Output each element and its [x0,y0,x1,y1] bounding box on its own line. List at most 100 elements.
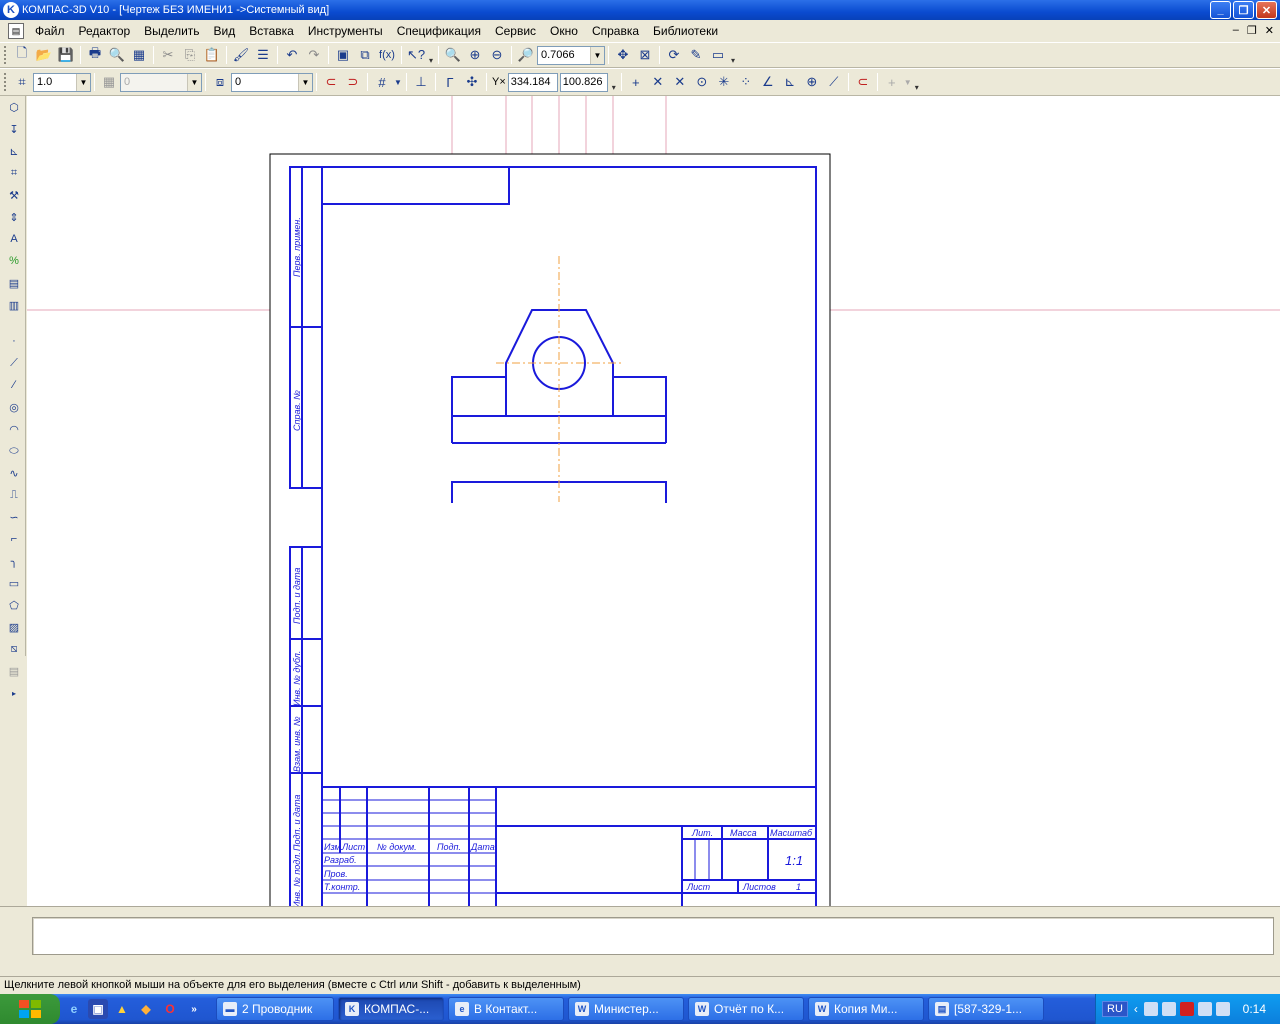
reports-panel-icon[interactable]: ▤ [3,272,25,294]
polyline-icon[interactable]: ⎍ [3,484,25,506]
task-word-3[interactable]: W Копия Ми... [808,997,924,1021]
point-icon[interactable]: · [3,330,25,352]
cut-icon[interactable]: ✂ [157,44,179,66]
menu-libraries[interactable]: Библиотеки [646,24,725,38]
select-panel-icon[interactable]: A [3,228,25,250]
snap-magnet-icon[interactable]: ⊂ [320,71,342,93]
menu-specification[interactable]: Спецификация [390,24,488,38]
layer-combo[interactable]: 0 ▼ [231,72,313,92]
minimize-button[interactable]: _ [1210,1,1231,19]
snap-middle-icon[interactable]: ✕ [647,71,669,93]
snap-magnet-icon-2[interactable]: ⊂ [852,71,874,93]
kompas-app-icon[interactable]: K [3,2,19,18]
zoom-scale-icon[interactable]: 🔎 [515,44,537,66]
parametrization-panel-icon[interactable]: ⚒ [3,184,25,206]
bezier-icon[interactable]: ∽ [3,506,25,528]
chamfer-icon[interactable]: ⌐ [3,528,25,550]
zoom-all-icon[interactable]: ⊠ [634,44,656,66]
snap-nearest-icon[interactable]: + [625,71,647,93]
line-scale-combo[interactable]: 1.0 ▼ [33,72,91,92]
variables-icon[interactable]: f(x) [376,44,398,66]
task-word-1[interactable]: W Министер... [568,997,684,1021]
menu-edit[interactable]: Редактор [72,24,138,38]
chevron-down-icon[interactable]: ▼ [76,73,90,91]
zoom-out-icon[interactable]: ⊖ [486,44,508,66]
symbols-panel-icon[interactable]: ⊾ [3,140,25,162]
geometry-panel-icon[interactable]: ⬡ [3,96,25,118]
menu-select[interactable]: Выделить [137,24,206,38]
menu-window[interactable]: Окно [543,24,585,38]
grid-icon[interactable]: # [371,71,393,93]
language-indicator[interactable]: RU [1102,1001,1128,1017]
aux-line-icon[interactable]: ⟋ [3,352,25,374]
display-icon[interactable]: ▭ [707,44,729,66]
menu-help[interactable]: Справка [585,24,646,38]
toolbar-more-icon-2[interactable]: ▾ [729,45,737,65]
antivirus-tray-icon[interactable] [1179,1002,1194,1016]
editing-panel-icon[interactable]: ⌗ [3,162,25,184]
redo-icon[interactable]: ↷ [303,44,325,66]
ie-quicklaunch-icon[interactable]: e [64,999,84,1019]
undo-icon[interactable]: ↶ [281,44,303,66]
open-folder-icon[interactable]: 📂 [33,44,55,66]
local-cs-icon[interactable]: ⊥ [410,71,432,93]
zoom-in-icon[interactable]: ⊕ [464,44,486,66]
ellipse-icon[interactable]: ⬭ [3,440,25,462]
task-explorer[interactable]: ▬ 2 Проводник [216,997,334,1021]
app2-quicklaunch-icon[interactable]: ◆ [136,999,156,1019]
expand-panel-icon[interactable]: ▸ [3,682,25,704]
list-icon[interactable]: ☰ [252,44,274,66]
tray-expand-icon[interactable]: ‹ [1134,1002,1138,1016]
zoom-combo[interactable]: 0.7066 ▼ [537,45,605,65]
menu-file[interactable]: Файл [28,24,72,38]
maximize-button[interactable]: ❐ [1233,1,1254,19]
snap-normal-icon[interactable]: ⊾ [779,71,801,93]
task-vkontakte[interactable]: e В Контакт... [448,997,564,1021]
coord-x-field[interactable]: 334.184 [507,72,558,92]
drawing-canvas[interactable]: Перв. примен. Справ. № Подп. и дата Инв.… [27,96,1280,906]
toolbar-more-icon-4[interactable]: ▾ [913,72,921,92]
chevron-down-icon[interactable]: ▼ [298,73,312,91]
view-state-icon[interactable]: ▦ [98,71,120,93]
local-snap-icon[interactable]: ⊃ [342,71,364,93]
chevron-down-icon-snap[interactable]: ▼ [903,71,913,93]
spline-icon[interactable]: ∿ [3,462,25,484]
contour-icon[interactable]: ⧅ [3,638,25,660]
snap-tangent-icon[interactable]: ✳ [713,71,735,93]
task-kompas[interactable]: K КОМПАС-... [338,997,444,1021]
ortho-icon[interactable]: Γ [439,71,461,93]
add-snap-icon[interactable]: + [881,71,903,93]
menu-tools[interactable]: Инструменты [301,24,390,38]
snap-point-icon[interactable]: ⊕ [801,71,823,93]
layer-icon[interactable]: ⧈ [209,71,231,93]
help-pointer-icon[interactable]: ↖? [405,44,427,66]
view-combo[interactable]: 0 ▼ [120,72,202,92]
desktop-quicklaunch-icon[interactable]: ▣ [88,999,108,1019]
refresh-icon[interactable]: ⟳ [663,44,685,66]
opera-quicklaunch-icon[interactable]: O [160,999,180,1019]
properties-icon[interactable]: ▦ [128,44,150,66]
volume-tray-icon[interactable] [1197,1002,1212,1016]
save-icon[interactable]: 💾 [55,44,77,66]
dimensions-panel-icon[interactable]: ↧ [3,118,25,140]
fillet-icon[interactable]: ╮ [3,550,25,572]
menu-insert[interactable]: Вставка [242,24,301,38]
network2-tray-icon[interactable] [1161,1002,1176,1016]
property-panel[interactable] [32,917,1274,955]
rectangle-icon[interactable]: ▭ [3,572,25,594]
mdi-minimize-button[interactable]: – [1233,24,1239,37]
menu-service[interactable]: Сервис [488,24,543,38]
print-preview-icon[interactable]: 🔍 [106,44,128,66]
print-icon[interactable]: 🖶 [84,44,106,66]
library-manager-icon[interactable]: ⧉ [354,44,376,66]
arc-icon[interactable]: ◠ [3,418,25,440]
toolbar-grip[interactable] [4,46,8,64]
mdi-restore-button[interactable]: ❐ [1247,24,1257,37]
new-document-icon[interactable]: 🗋 [11,44,33,66]
chevron-down-icon-grid[interactable]: ▼ [393,71,403,93]
app-quicklaunch-icon[interactable]: ▲ [112,999,132,1019]
close-button[interactable]: ✕ [1256,1,1277,19]
grid-step-icon[interactable]: ⌗ [11,71,33,93]
zoom-window-icon[interactable]: 🔍 [442,44,464,66]
document-icon[interactable]: ▤ [8,23,24,39]
